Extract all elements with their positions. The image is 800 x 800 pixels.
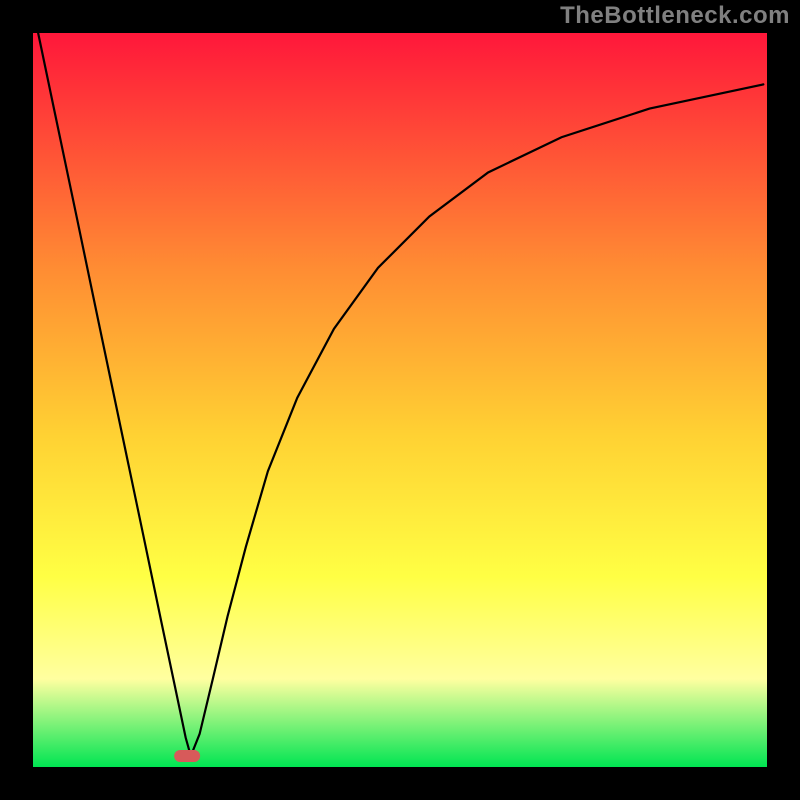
min-marker — [174, 750, 200, 762]
chart-svg — [0, 0, 800, 800]
chart-canvas: TheBottleneck.com — [0, 0, 800, 800]
plot-area — [33, 33, 767, 767]
watermark-text: TheBottleneck.com — [560, 2, 790, 30]
